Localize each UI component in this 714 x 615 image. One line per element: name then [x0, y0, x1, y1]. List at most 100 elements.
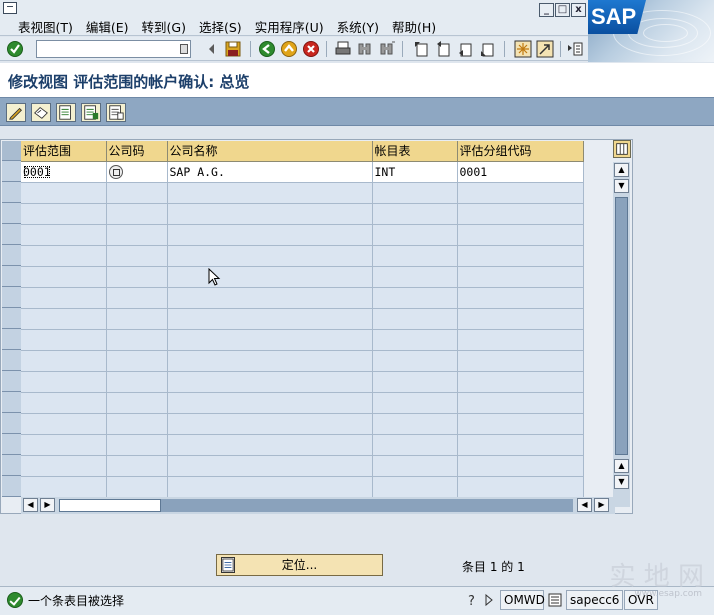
row-selector[interactable]	[2, 287, 21, 308]
table-row[interactable]	[21, 329, 584, 351]
status-message[interactable]: 一个条表目被选择	[28, 592, 124, 609]
help-icon[interactable]	[566, 40, 584, 58]
table-row[interactable]	[21, 350, 584, 372]
next-page-icon[interactable]	[456, 40, 474, 58]
row-selector[interactable]	[2, 182, 21, 203]
row-selector[interactable]	[2, 350, 21, 371]
table-row[interactable]	[21, 266, 584, 288]
table-row[interactable]	[21, 308, 584, 330]
menu-system[interactable]: 系统(Y)	[337, 17, 379, 36]
table-row[interactable]	[21, 434, 584, 456]
table-row[interactable]	[21, 371, 584, 393]
table-row[interactable]	[21, 287, 584, 309]
back-icon[interactable]	[258, 40, 276, 58]
table-row[interactable]	[21, 245, 584, 267]
company-name-cell: SAP A.G.	[167, 161, 373, 183]
table-settings-icon[interactable]	[613, 140, 631, 158]
create-session-icon[interactable]	[514, 40, 532, 58]
maximize-button[interactable]: □	[555, 3, 570, 17]
previous-page-icon[interactable]	[434, 40, 452, 58]
page-left-button[interactable]: ▶	[40, 498, 55, 512]
row-selector[interactable]	[2, 266, 21, 287]
exit-icon[interactable]	[280, 40, 298, 58]
table-row[interactable]	[21, 476, 584, 498]
row-selector[interactable]	[2, 224, 21, 245]
menu-table-view[interactable]: 表视图(T)	[18, 17, 73, 36]
minimize-button[interactable]: _	[539, 3, 554, 17]
first-page-icon[interactable]	[412, 40, 430, 58]
deselect-all-icon[interactable]	[106, 103, 126, 122]
column-header-valuation-area[interactable]: 评估范围	[21, 141, 107, 162]
scroll-left-button[interactable]: ◀	[23, 498, 38, 512]
table-row[interactable]	[21, 224, 584, 246]
menu-edit[interactable]: 编辑(E)	[86, 17, 129, 36]
command-input[interactable]	[39, 42, 174, 56]
company-code-cell[interactable]: 0001	[106, 161, 168, 183]
menu-help[interactable]: 帮助(H)	[392, 17, 436, 36]
scroll-up-button[interactable]: ▲	[614, 163, 629, 177]
table-row[interactable]	[21, 392, 584, 414]
row-selector[interactable]	[2, 203, 21, 224]
row-selector[interactable]	[2, 308, 21, 329]
table-row[interactable]	[21, 455, 584, 477]
position-icon	[221, 557, 235, 573]
shortcut-icon[interactable]	[536, 40, 554, 58]
scroll-down-button[interactable]: ▼	[614, 475, 629, 489]
horizontal-scroll-thumb[interactable]	[59, 499, 161, 512]
details-icon[interactable]	[56, 103, 76, 122]
close-button[interactable]: x	[571, 3, 586, 17]
vertical-scrollbar[interactable]: ▲ ▼ ▲ ▼	[613, 162, 630, 507]
valuation-grouping-code-cell[interactable]: 0001	[457, 161, 584, 183]
page-right-button[interactable]: ◀	[577, 498, 592, 512]
page-down-button[interactable]: ▲	[614, 459, 629, 473]
menu-goto[interactable]: 转到(G)	[142, 17, 186, 36]
column-header-company-code[interactable]: 公司码	[106, 141, 168, 162]
find-icon[interactable]	[356, 40, 374, 58]
table-row[interactable]	[21, 203, 584, 225]
menu-utilities[interactable]: 实用程序(U)	[255, 17, 324, 36]
collapse-left-icon[interactable]	[203, 40, 221, 58]
cancel-icon[interactable]	[302, 40, 320, 58]
horizontal-scroll-track[interactable]	[161, 499, 573, 512]
row-selectors	[2, 141, 21, 497]
vertical-scroll-thumb[interactable]	[615, 197, 628, 455]
find-next-icon[interactable]	[378, 40, 396, 58]
session-info-icon[interactable]	[548, 593, 562, 607]
horizontal-scrollbar[interactable]: ◀ ▶ ◀ ▶	[21, 497, 615, 514]
valuation-area-value[interactable]: 0001	[23, 165, 51, 179]
row-selector[interactable]	[2, 434, 21, 455]
column-header-company-name[interactable]: 公司名称	[167, 141, 373, 162]
row-selector[interactable]	[2, 245, 21, 266]
change-display-icon[interactable]	[6, 103, 26, 122]
select-all-icon[interactable]	[81, 103, 101, 122]
column-header-chart-of-accounts[interactable]: 帐目表	[372, 141, 458, 162]
value-help-icon[interactable]	[108, 164, 123, 179]
row-selector[interactable]	[2, 455, 21, 476]
valuation-area-cell[interactable]: 0001	[21, 161, 107, 183]
command-field[interactable]	[36, 40, 191, 58]
row-selector[interactable]	[2, 161, 21, 182]
menu-selection[interactable]: 选择(S)	[199, 17, 242, 36]
other-view-icon[interactable]	[31, 103, 51, 122]
system-menu-icon[interactable]	[3, 2, 17, 14]
enter-icon[interactable]	[6, 40, 24, 58]
row-selector[interactable]	[2, 371, 21, 392]
column-header-valuation-grouping-code[interactable]: 评估分组代码	[457, 141, 584, 162]
table-row[interactable]	[21, 182, 584, 204]
row-selector[interactable]	[2, 476, 21, 497]
last-page-icon[interactable]	[478, 40, 496, 58]
scroll-right-button[interactable]: ▶	[594, 498, 609, 512]
position-button[interactable]: 定位...	[216, 554, 383, 576]
print-icon[interactable]	[334, 40, 352, 58]
command-history-icon[interactable]	[180, 44, 188, 54]
page-up-button[interactable]: ▼	[614, 179, 629, 193]
select-all-rows-button[interactable]	[2, 141, 21, 161]
save-icon[interactable]	[224, 40, 242, 58]
row-selector[interactable]	[2, 329, 21, 350]
table-row[interactable]: 0001 0001 SAP A.G. INT 0001	[21, 161, 584, 183]
table-row[interactable]	[21, 413, 584, 435]
row-selector[interactable]	[2, 392, 21, 413]
row-selector[interactable]	[2, 413, 21, 434]
status-toggle-icon[interactable]: ?	[466, 592, 496, 608]
main-menu: 表视图(T) 编辑(E) 转到(G) 选择(S) 实用程序(U) 系统(Y) 帮…	[18, 17, 436, 36]
